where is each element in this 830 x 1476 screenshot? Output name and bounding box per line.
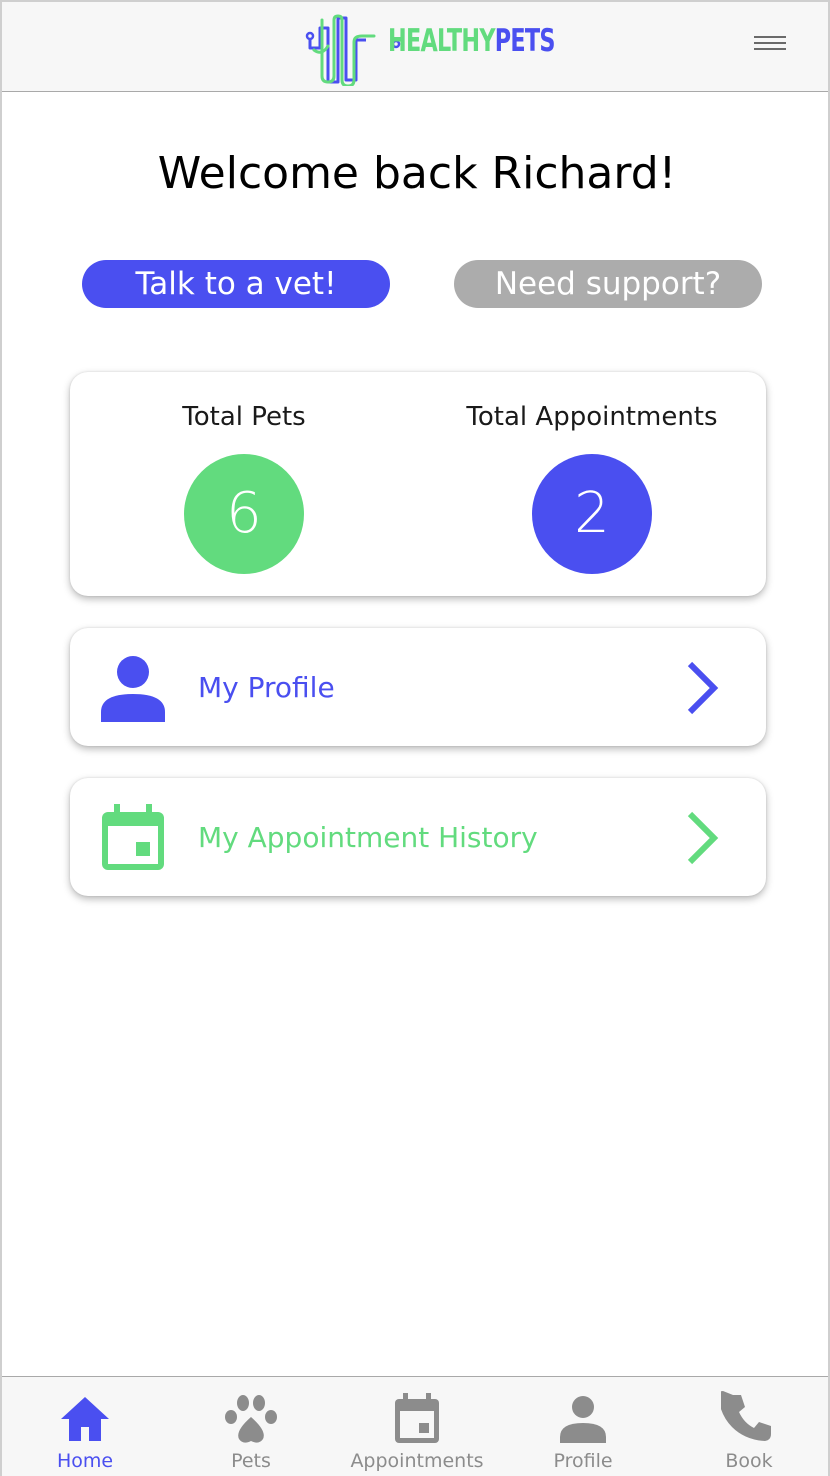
welcome-heading: Welcome back Richard! (157, 148, 677, 199)
nav-profile-label: Profile (553, 1450, 613, 1472)
talk-to-vet-button[interactable]: Talk to a vet! (82, 260, 390, 308)
home-icon (61, 1397, 109, 1441)
healthypets-logo[interactable]: HEALTHYPETS (302, 12, 556, 86)
app-frame: HEALTHYPETS Welcome back Richard! Talk t… (0, 0, 830, 1476)
nav-profile[interactable]: Profile (508, 1377, 658, 1476)
my-profile-link[interactable]: My Profile (70, 628, 766, 746)
nav-pets[interactable]: Pets (176, 1377, 326, 1476)
heartbeat-stethoscope-icon (305, 14, 401, 86)
person-icon (560, 1396, 606, 1443)
nav-book[interactable]: Book (674, 1377, 824, 1476)
nav-home[interactable]: Home (10, 1377, 160, 1476)
app-header: HEALTHYPETS (2, 2, 828, 92)
total-appointments-label: Total Appointments (466, 402, 718, 432)
logo-wordmark: HEALTHYPETS (388, 23, 556, 59)
my-profile-label: My Profile (198, 671, 335, 704)
logo-text-pets: PETS (494, 23, 556, 59)
appointment-history-link[interactable]: My Appointment History (70, 778, 766, 896)
hamburger-menu-icon[interactable] (750, 32, 790, 58)
calendar-icon (395, 1393, 439, 1443)
total-pets-label: Total Pets (182, 402, 306, 432)
total-appointments-count: 2 (532, 454, 652, 574)
nav-appointments-label: Appointments (350, 1450, 484, 1472)
person-icon (101, 656, 165, 722)
total-pets-count: 6 (184, 454, 304, 574)
nav-pets-label: Pets (231, 1450, 271, 1472)
paw-icon (225, 1395, 277, 1443)
chevron-right-icon (687, 811, 719, 865)
nav-appointments[interactable]: Appointments (342, 1377, 492, 1476)
stats-card: Total Pets 6 Total Appointments 2 (70, 372, 766, 596)
nav-book-label: Book (725, 1450, 773, 1472)
appointment-history-label: My Appointment History (198, 821, 538, 854)
calendar-icon (102, 804, 164, 870)
logo-text-healthy: HEALTHY (388, 23, 495, 59)
bottom-navigation: Home Pets Appointments Profile Book (2, 1376, 828, 1476)
phone-icon (721, 1391, 771, 1441)
need-support-button[interactable]: Need support? (454, 260, 762, 308)
chevron-right-icon (687, 661, 719, 715)
nav-home-label: Home (56, 1450, 114, 1472)
